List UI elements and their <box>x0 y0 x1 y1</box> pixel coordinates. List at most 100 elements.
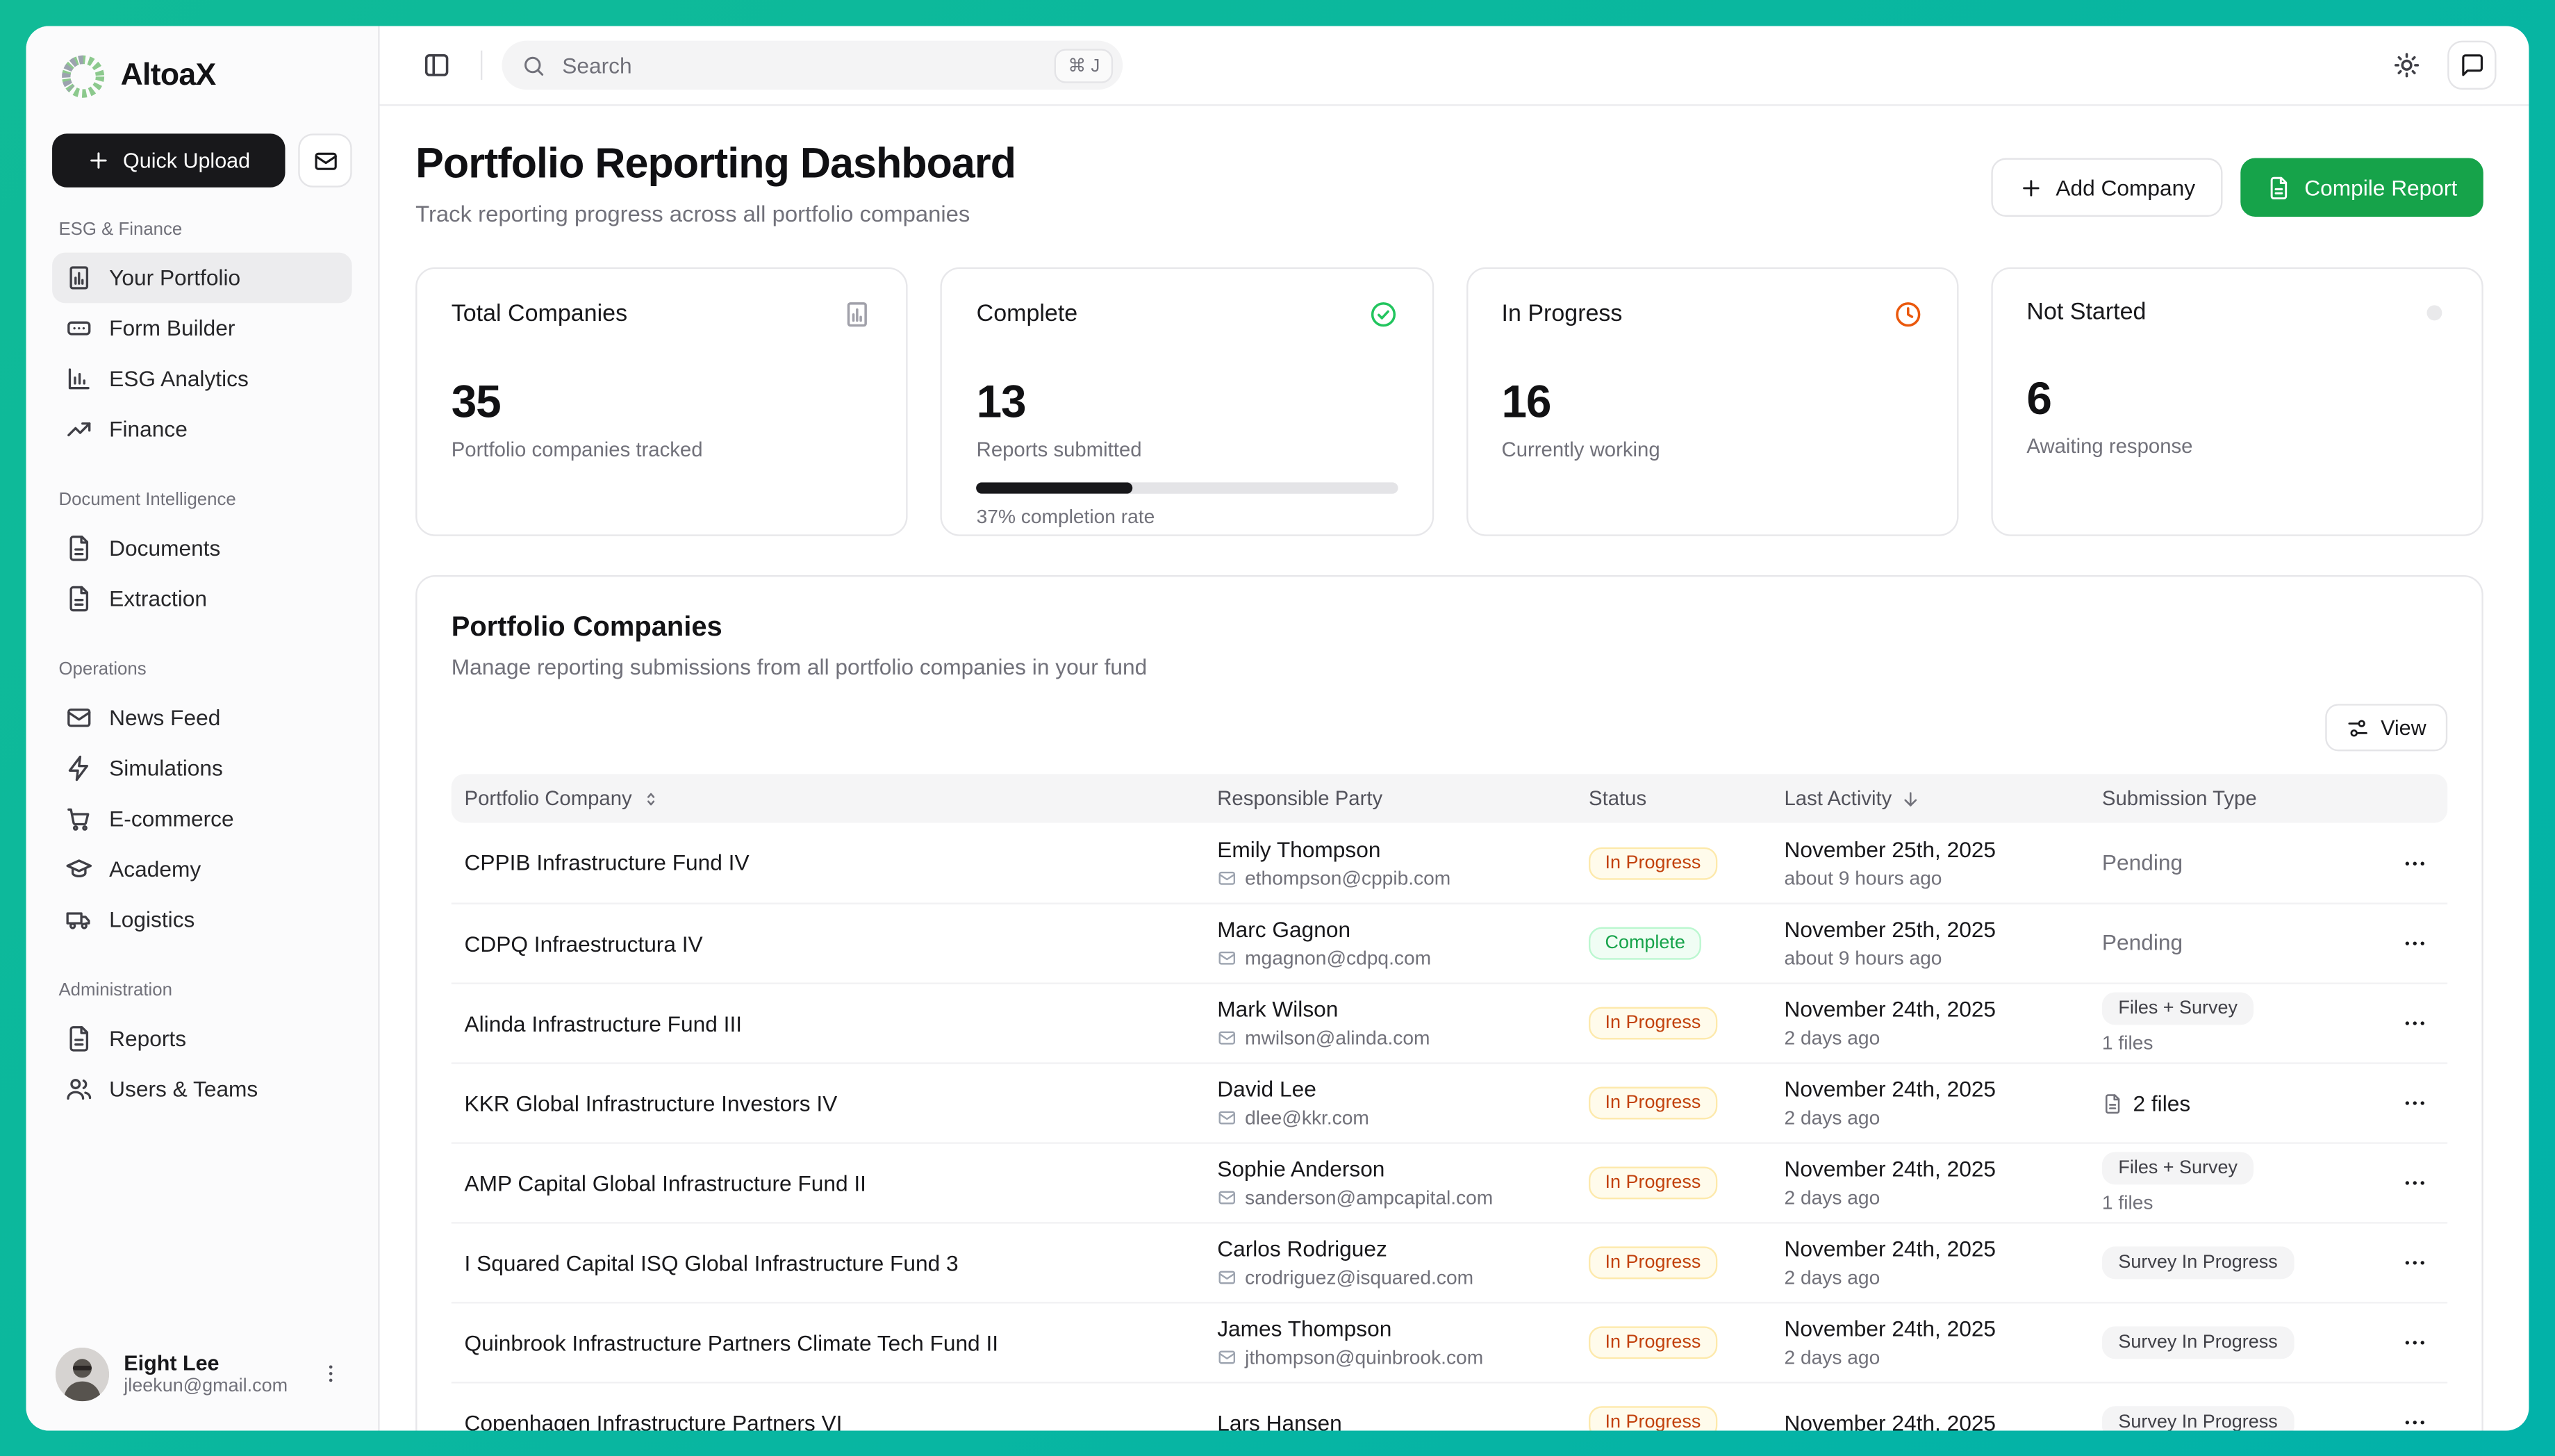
sidebar-item-reports[interactable]: Reports <box>52 1014 352 1064</box>
last-activity-relative: 2 days ago <box>1785 1186 2090 1209</box>
sidebar-item-your-portfolio[interactable]: Your Portfolio <box>52 253 352 304</box>
stat-subtitle: Awaiting response <box>2026 435 2447 458</box>
table-body: CPPIB Infrastructure Fund IV Emily Thomp… <box>452 823 2447 1430</box>
submission-type-cell: Pending <box>2089 848 2379 877</box>
message-square-icon <box>2459 52 2486 78</box>
column-label: Responsible Party <box>1217 787 1382 810</box>
search-bar[interactable]: ⌘ J <box>502 41 1123 90</box>
nav-item-label: Extraction <box>109 586 207 611</box>
column-header-last-activity[interactable]: Last Activity <box>1771 787 2089 810</box>
sidebar-mail-button[interactable] <box>298 133 352 187</box>
brand: AltoaX <box>52 49 352 104</box>
responsible-party-name: Emily Thompson <box>1217 836 1576 861</box>
row-actions-button[interactable] <box>2392 920 2438 966</box>
company-name: Alinda Infrastructure Fund III <box>452 1011 1205 1035</box>
status-badge: In Progress <box>1589 1007 1717 1040</box>
status-badge: In Progress <box>1589 1326 1717 1359</box>
nav-item-label: Your Portfolio <box>109 265 240 290</box>
status-badge: In Progress <box>1589 1166 1717 1199</box>
column-label: Last Activity <box>1785 787 1892 810</box>
nav-item-label: Logistics <box>109 908 195 932</box>
responsible-party-name: Mark Wilson <box>1217 998 1576 1022</box>
last-activity-relative: 2 days ago <box>1785 1346 2090 1369</box>
mail-icon <box>1217 1348 1237 1367</box>
sidebar-item-extraction[interactable]: Extraction <box>52 574 352 624</box>
sidebar-item-users-teams[interactable]: Users & Teams <box>52 1064 352 1115</box>
sidebar-item-simulations[interactable]: Simulations <box>52 743 352 794</box>
view-button[interactable]: View <box>2325 704 2447 751</box>
user-menu-button[interactable] <box>313 1356 349 1392</box>
user-name: Eight Lee <box>124 1351 298 1375</box>
row-actions-button[interactable] <box>2392 1160 2438 1206</box>
sidebar-item-e-commerce[interactable]: E-commerce <box>52 793 352 844</box>
responsible-party-name: Lars Hansen <box>1217 1410 1576 1430</box>
table-row: Quinbrook Infrastructure Partners Climat… <box>452 1302 2447 1382</box>
file-text-icon <box>65 534 93 562</box>
nav-group: Document Intelligence Documents Extracti… <box>52 490 352 624</box>
stat-card-in-progress: In Progress 16 Currently working <box>1466 267 1958 536</box>
sidebar-item-finance[interactable]: Finance <box>52 404 352 455</box>
last-activity-date: November 24th, 2025 <box>1785 1157 2090 1181</box>
sidebar-item-esg-analytics[interactable]: ESG Analytics <box>52 354 352 404</box>
mail-icon <box>65 704 93 731</box>
ellipsis-icon <box>2402 930 2429 957</box>
sidebar-item-academy[interactable]: Academy <box>52 844 352 895</box>
user-profile[interactable]: Eight Lee jleekun@gmail.com <box>52 1341 352 1407</box>
ellipsis-icon <box>2402 1250 2429 1276</box>
stat-title: Not Started <box>2026 300 2146 326</box>
ellipsis-icon <box>2402 1409 2429 1430</box>
files-count: 2 files <box>2133 1091 2190 1115</box>
row-actions-button[interactable] <box>2392 1000 2438 1046</box>
content: Portfolio Reporting Dashboard Track repo… <box>380 106 2529 1430</box>
table-row: I Squared Capital ISQ Global Infrastruct… <box>452 1222 2447 1302</box>
compile-report-button[interactable]: Compile Report <box>2241 158 2483 217</box>
user-email: jleekun@gmail.com <box>124 1377 298 1396</box>
row-actions-button[interactable] <box>2392 840 2438 886</box>
graduation-cap-icon <box>65 855 93 883</box>
status-badge: In Progress <box>1589 1406 1717 1430</box>
theme-toggle-button[interactable] <box>2382 41 2431 90</box>
submission-type-cell: Survey In Progress <box>2089 1326 2379 1359</box>
nav-item-label: Finance <box>109 417 188 441</box>
table-row: CDPQ Infraestructura IV Marc Gagnon mgag… <box>452 902 2447 982</box>
nav-group-label: Administration <box>52 981 352 1000</box>
quick-upload-button[interactable]: Quick Upload <box>52 133 285 187</box>
row-actions-button[interactable] <box>2392 1240 2438 1286</box>
add-company-button[interactable]: Add Company <box>1991 158 2223 217</box>
search-input[interactable] <box>559 51 1042 79</box>
building-icon <box>843 300 872 329</box>
nav-item-label: ESG Analytics <box>109 367 249 391</box>
company-name: I Squared Capital ISQ Global Infrastruct… <box>452 1250 1205 1275</box>
files-count: 1 files <box>2102 1032 2379 1054</box>
mail-icon <box>1217 948 1237 968</box>
file-text-icon <box>65 585 93 613</box>
view-button-label: View <box>2381 715 2426 740</box>
sidebar-item-logistics[interactable]: Logistics <box>52 895 352 945</box>
table-header: Portfolio Company Responsible Party Stat… <box>452 774 2447 822</box>
submission-type-cell: 2 files <box>2089 1091 2379 1115</box>
sidebar-item-form-builder[interactable]: Form Builder <box>52 303 352 354</box>
sidebar-item-news-feed[interactable]: News Feed <box>52 693 352 743</box>
dot-icon <box>2422 300 2448 326</box>
last-activity-date: November 24th, 2025 <box>1785 1410 2090 1430</box>
row-actions-button[interactable] <box>2392 1080 2438 1126</box>
responsible-party-email: sanderson@ampcapital.com <box>1217 1186 1576 1209</box>
responsible-party-name: Sophie Anderson <box>1217 1157 1576 1181</box>
row-actions-button[interactable] <box>2392 1320 2438 1366</box>
mail-icon <box>1217 1028 1237 1048</box>
responsible-party-name: Marc Gagnon <box>1217 918 1576 942</box>
nav-item-label: E-commerce <box>109 806 233 831</box>
column-header-portfolio-company[interactable]: Portfolio Company <box>452 787 1205 810</box>
sidebar-toggle-button[interactable] <box>412 41 461 90</box>
submission-type-badge: Survey In Progress <box>2102 1326 2294 1359</box>
app-window: AltoaX Quick Upload ESG & Finance Your P… <box>26 26 2529 1430</box>
cart-icon <box>65 805 93 833</box>
section-subtitle: Manage reporting submissions from all po… <box>452 655 2447 679</box>
nav-group-label: Document Intelligence <box>52 490 352 510</box>
row-actions-button[interactable] <box>2392 1400 2438 1430</box>
chat-button[interactable] <box>2447 41 2496 90</box>
sidebar-item-documents[interactable]: Documents <box>52 523 352 574</box>
nav-group: ESG & Finance Your Portfolio Form Builde… <box>52 220 352 455</box>
responsible-party-email: dlee@kkr.com <box>1217 1107 1576 1130</box>
kebab-icon <box>320 1362 342 1385</box>
